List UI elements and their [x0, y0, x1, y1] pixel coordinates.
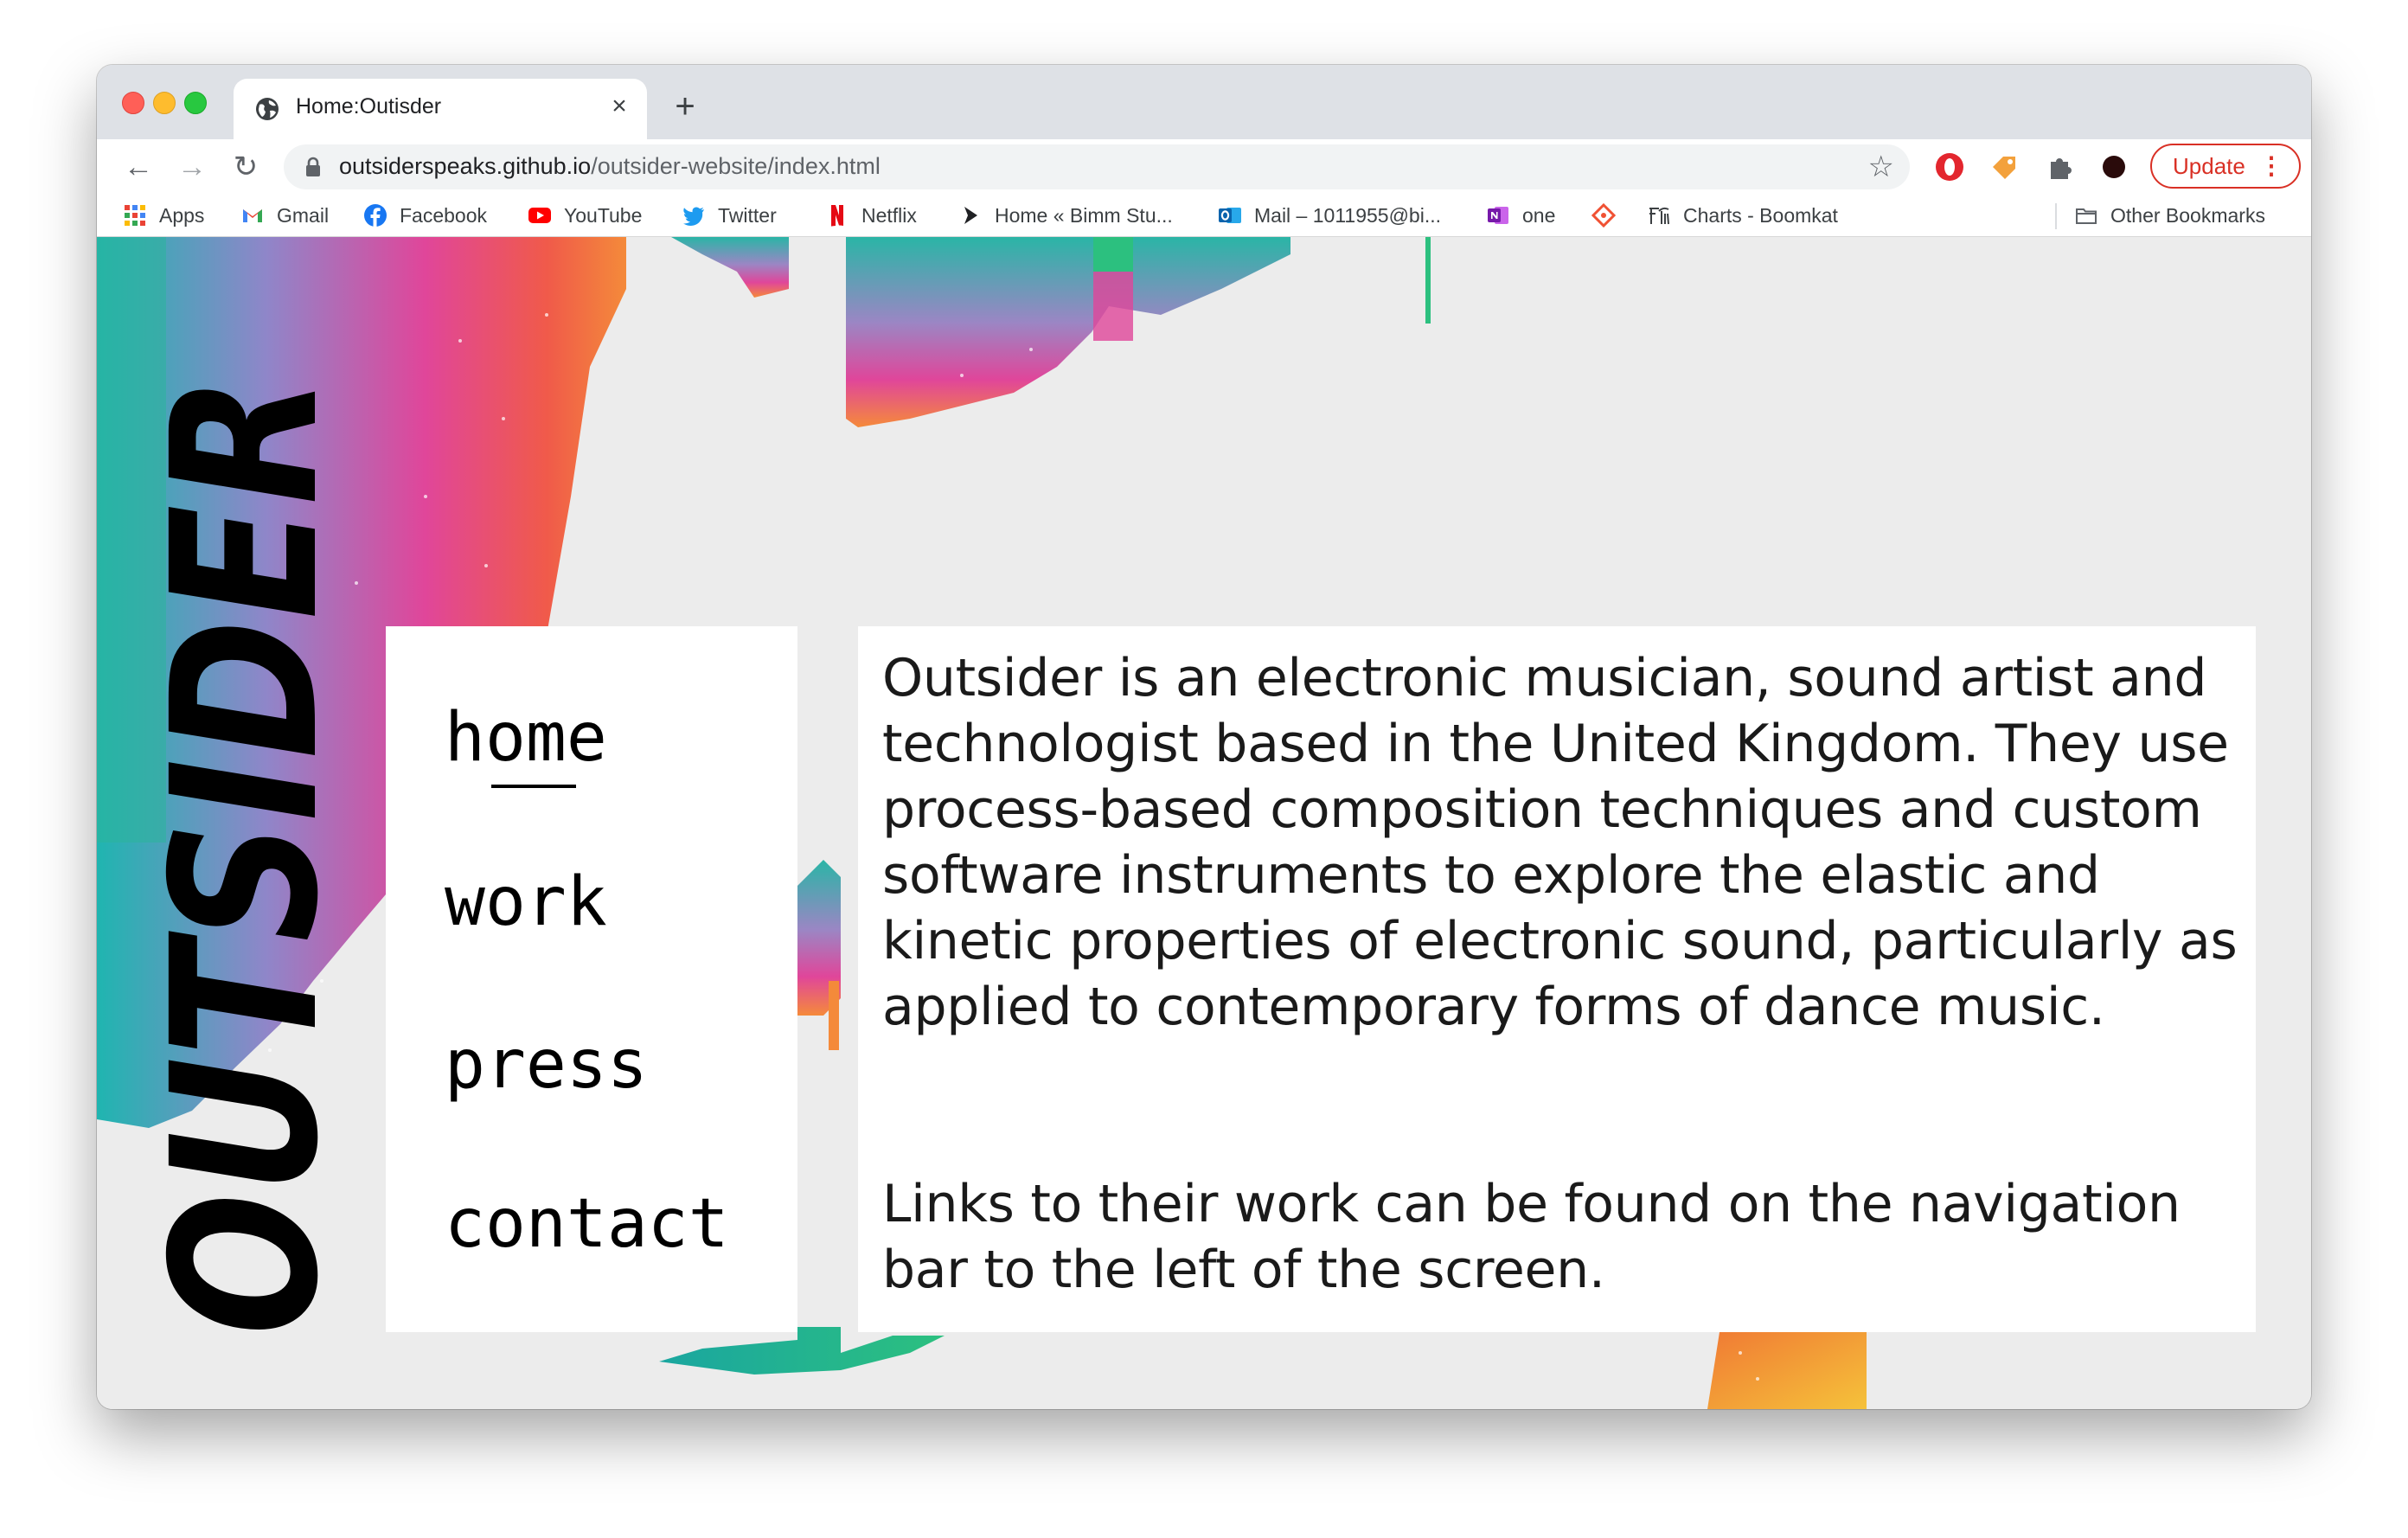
menu-dots-icon[interactable]: ⋮: [2259, 145, 2283, 187]
folder-icon: [2076, 208, 2097, 224]
bookmark-twitter[interactable]: Twitter: [682, 195, 777, 236]
bookmark-apps[interactable]: Apps: [123, 195, 204, 236]
active-link-underline: [491, 785, 576, 788]
onenote-icon: [1488, 207, 1508, 224]
bookmarks-separator: [2055, 203, 2057, 229]
bookmark-git[interactable]: [1591, 195, 1628, 236]
puzzle-extensions-icon[interactable]: [2043, 150, 2078, 184]
page-viewport: OUTSIDER home work press contact Outside…: [97, 237, 2311, 1409]
back-button[interactable]: ←: [119, 148, 157, 186]
facebook-icon: [364, 204, 387, 227]
nav-link-work[interactable]: work: [445, 868, 607, 936]
nav-link-home[interactable]: home: [445, 704, 607, 772]
nav-link-press[interactable]: press: [445, 1031, 648, 1099]
bookmark-gmail[interactable]: Gmail: [240, 195, 329, 236]
update-label: Update: [2173, 153, 2245, 179]
bookmark-youtube[interactable]: YouTube: [528, 195, 642, 236]
boomkat-icon: [1649, 207, 1669, 225]
minimize-window-button[interactable]: [153, 92, 176, 114]
outsider-logo: OUTSIDER: [150, 375, 323, 1336]
bookmark-boomkat[interactable]: Charts - Boomkat: [1647, 195, 1838, 236]
bookmarks-bar: Apps Gmail Facebook YouTube Twitter Netf…: [97, 195, 2311, 237]
globe-icon: [256, 98, 279, 120]
toolbar: ← → ↻ outsiderspeaks.github.io/outsider-…: [97, 139, 2311, 195]
bookmark-netflix[interactable]: Netflix: [825, 195, 917, 236]
youtube-icon: [528, 208, 551, 223]
other-bookmarks-folder[interactable]: Other Bookmarks: [2074, 195, 2265, 236]
url-text[interactable]: outsiderspeaks.github.io/outsider-websit…: [339, 153, 881, 180]
address-bar[interactable]: outsiderspeaks.github.io/outsider-websit…: [284, 144, 1910, 189]
outlook-icon: [1219, 208, 1241, 223]
browser-window: Home:Outisder × + ← → ↻ outsiderspeaks.g…: [97, 65, 2311, 1409]
about-paragraph: Outsider is an electronic musician, soun…: [882, 648, 2238, 1037]
reload-button[interactable]: ↻: [227, 148, 265, 186]
tag-extension-icon[interactable]: [1988, 150, 2022, 184]
profile-avatar-icon[interactable]: [2097, 150, 2131, 184]
nav-link-contact[interactable]: contact: [445, 1190, 729, 1258]
bookmark-onenote[interactable]: one: [1486, 195, 1555, 236]
tab-title: Home:Outisder: [296, 94, 442, 119]
about-panel: Outsider is an electronic musician, soun…: [858, 626, 2256, 1332]
links-paragraph: Links to their work can be found on the …: [882, 1174, 2181, 1300]
bimm-icon: [964, 207, 977, 224]
tab-home-outsider[interactable]: Home:Outisder ×: [234, 79, 647, 139]
svg-text:OUTSIDER: OUTSIDER: [150, 375, 323, 1336]
bookmark-outlook-mail[interactable]: Mail – 1011955@bi...: [1218, 195, 1441, 236]
forward-button[interactable]: →: [173, 148, 211, 186]
site-navigation: home work press contact: [386, 626, 797, 1332]
bookmark-star-icon[interactable]: ☆: [1868, 150, 1894, 184]
update-browser-button[interactable]: Update ⋮: [2150, 144, 2301, 189]
netflix-icon: [831, 205, 843, 227]
opera-extension-icon[interactable]: [1932, 150, 1967, 184]
close-window-button[interactable]: [122, 92, 144, 114]
close-tab-icon[interactable]: ×: [604, 91, 635, 122]
tab-strip: Home:Outisder × +: [97, 65, 2311, 139]
new-tab-button[interactable]: +: [668, 89, 702, 124]
lock-icon[interactable]: [304, 157, 322, 177]
apps-grid-icon: [125, 205, 145, 226]
git-icon: [1591, 203, 1616, 227]
gmail-icon: [243, 209, 262, 222]
bookmark-bimm[interactable]: Home « Bimm Stu...: [958, 195, 1173, 236]
twitter-icon: [683, 207, 704, 226]
maximize-window-button[interactable]: [184, 92, 207, 114]
bookmark-facebook[interactable]: Facebook: [363, 195, 487, 236]
